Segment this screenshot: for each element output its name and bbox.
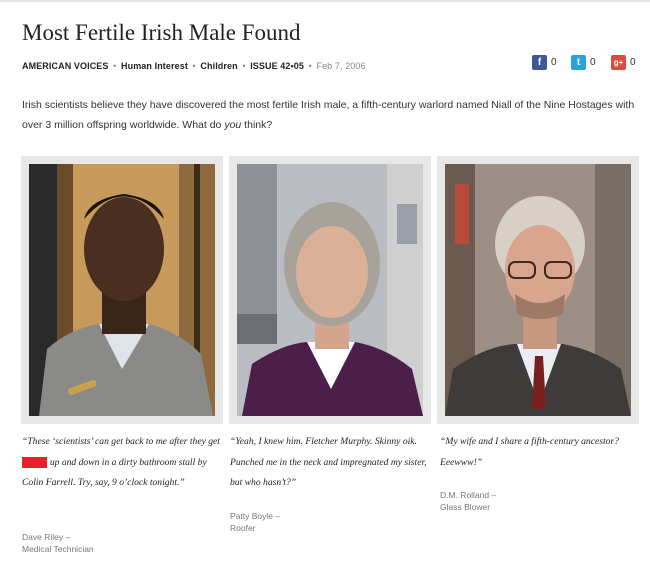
meta-separator: • [308,61,312,71]
redacted-word: f-----d [22,456,48,468]
twitter-count: 0 [590,57,596,68]
google-plus-share[interactable]: g+ 0 [611,55,636,70]
meta-separator: • [192,61,196,71]
quote-text-end: up and down in a dirty bathroom stall by… [22,456,207,489]
portrait-photo-3 [445,164,631,416]
facebook-share[interactable]: f 0 [532,55,557,70]
tag-human-interest[interactable]: Human Interest [121,61,188,71]
meta-separator: • [113,61,117,71]
portrait-photo-2 [237,164,423,416]
portrait-photo-1 [29,164,215,416]
respondent-occupation: Medical Technician [22,544,94,554]
tag-children[interactable]: Children [200,61,237,71]
issue-link[interactable]: ISSUE 42•05 [250,61,304,71]
intro-text-end: think? [241,119,273,131]
response-byline-3: D.M. Rolland – Glass Blower [440,489,496,513]
response-quote-2: “Yeah, I knew him. Fletcher Murphy. Skin… [230,436,427,488]
respondent-occupation: Roofer [230,523,256,533]
meta-separator: • [242,61,246,71]
intro-emphasis: you [224,119,242,131]
respondent-name: Dave Riley – [22,532,71,542]
facebook-icon[interactable]: f [532,55,547,70]
response-card-1 [21,156,223,424]
response-card-2 [229,156,431,424]
article-meta: AMERICAN VOICES • Human Interest • Child… [22,61,366,71]
google-plus-icon[interactable]: g+ [611,55,626,70]
intro-text: Irish scientists believe they have disco… [22,99,635,131]
facebook-count: 0 [551,57,557,68]
article-title: Most Fertile Irish Male Found [22,20,301,45]
twitter-icon[interactable]: t [571,55,586,70]
respondent-occupation: Glass Blower [440,502,491,512]
section-link[interactable]: AMERICAN VOICES [22,61,109,71]
response-card-3 [437,156,639,424]
publish-date: Feb 7, 2006 [316,61,366,71]
top-divider [0,0,650,2]
respondent-name: Patty Boyle – [230,511,281,521]
google-plus-count: 0 [630,57,636,68]
article-intro: Irish scientists believe they have disco… [22,95,642,135]
response-byline-1: Dave Riley – Medical Technician [22,531,94,555]
quote-text: “These ‘scientists’ can get back to me a… [22,436,220,447]
respondent-name: D.M. Rolland – [440,490,497,500]
response-byline-2: Patty Boyle – Roofer [230,510,280,534]
twitter-share[interactable]: t 0 [571,55,596,70]
response-quote-1: “These ‘scientists’ can get back to me a… [22,432,222,494]
response-quote-3: “My wife and I share a fifth-century anc… [440,436,619,468]
